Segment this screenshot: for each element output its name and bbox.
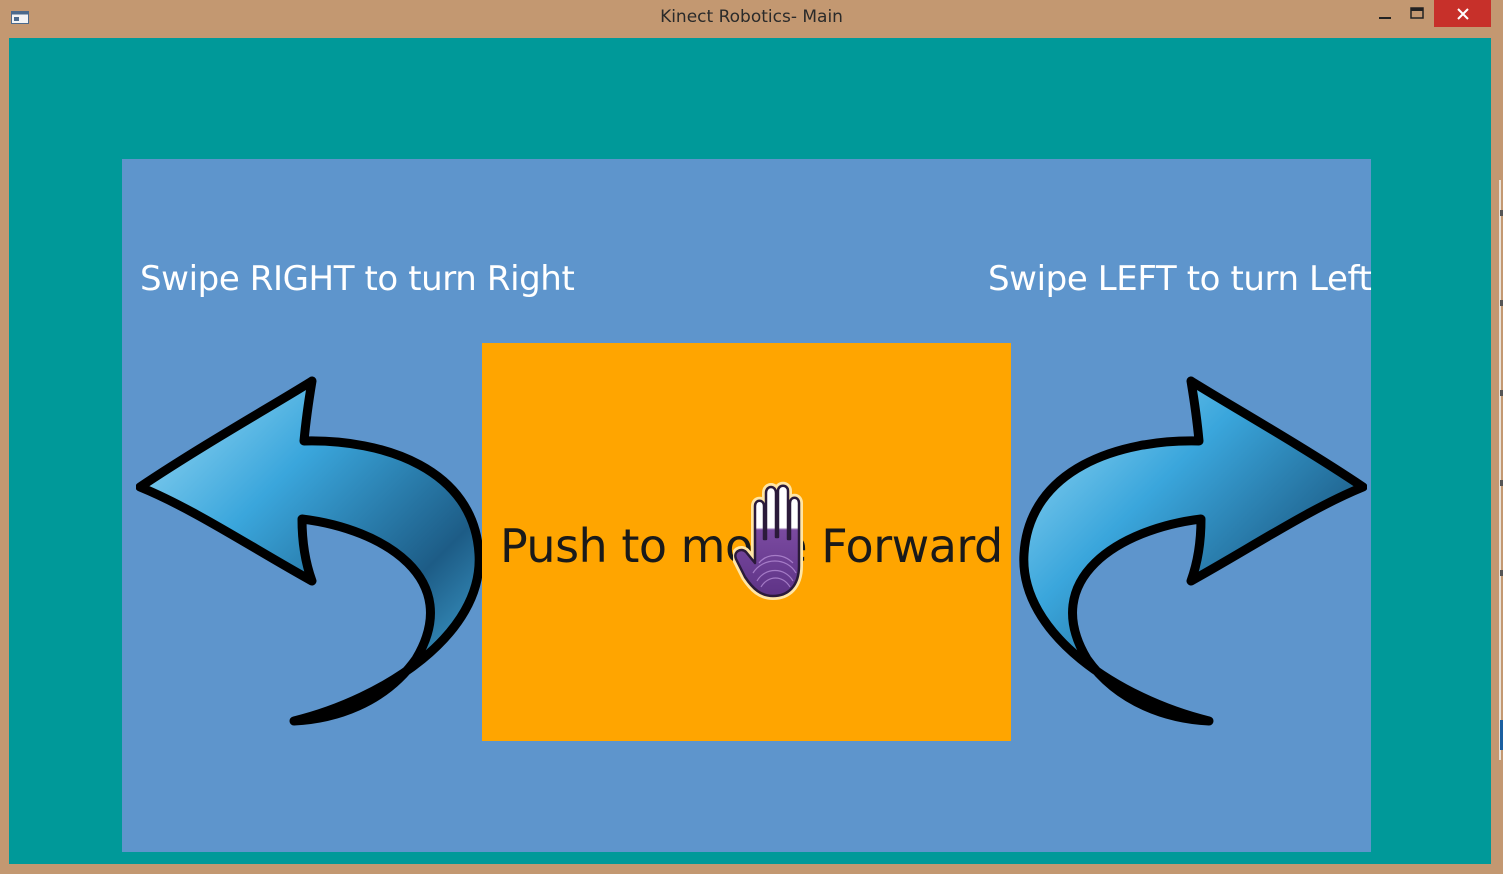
main-content: Swipe RIGHT to turn Right Swipe LEFT to … (9, 38, 1491, 864)
control-panel: Swipe RIGHT to turn Right Swipe LEFT to … (122, 159, 1372, 852)
swipe-left-label: Swipe LEFT to turn Left (988, 259, 1372, 299)
close-button[interactable] (1434, 0, 1491, 27)
minimize-icon (1379, 17, 1391, 19)
app-window: Kinect Robotics- Main Swipe RIGHT to tur… (0, 0, 1503, 874)
title-bar[interactable]: Kinect Robotics- Main (0, 0, 1503, 36)
window-edge-decoration (1499, 180, 1503, 760)
kinect-hand-cursor-icon (733, 481, 803, 600)
minimize-button[interactable] (1372, 0, 1398, 26)
curved-arrow-right-icon[interactable] (1015, 369, 1367, 729)
maximize-icon (1410, 7, 1424, 19)
curved-arrow-left-icon[interactable] (136, 369, 488, 729)
window-title: Kinect Robotics- Main (660, 7, 843, 27)
swipe-right-label: Swipe RIGHT to turn Right (140, 259, 575, 299)
maximize-button[interactable] (1404, 0, 1430, 26)
close-icon (1456, 7, 1469, 20)
